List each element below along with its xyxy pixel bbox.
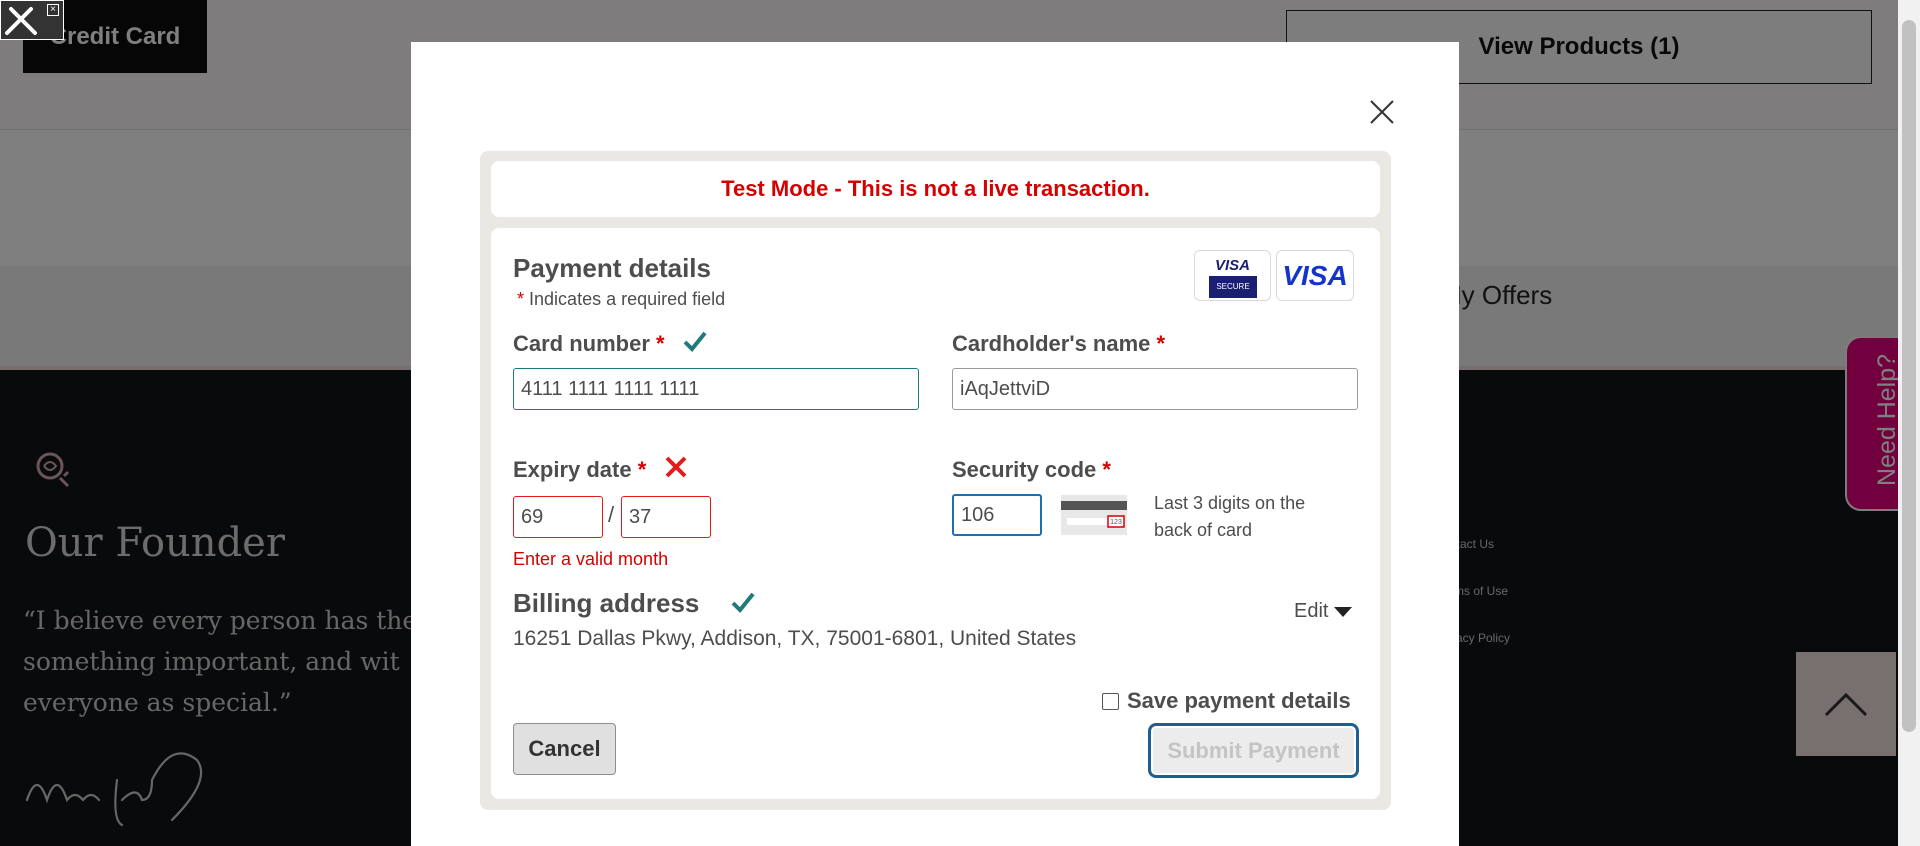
valid-check-icon: [731, 592, 755, 613]
test-mode-text: Test Mode - This is not a live transacti…: [721, 176, 1150, 201]
card-number-input[interactable]: [513, 368, 919, 410]
submit-payment-button[interactable]: Submit Payment: [1148, 723, 1359, 778]
page-scrollbar[interactable]: [1898, 0, 1920, 846]
card-number-label: Card number *: [513, 331, 665, 357]
expiry-date-label: Expiry date *: [513, 457, 646, 483]
visa-logo: VISA: [1276, 250, 1354, 301]
billing-address-title: Billing address: [513, 588, 700, 618]
security-code-label: Security code *: [952, 457, 1111, 483]
expiry-year-input[interactable]: [621, 496, 711, 538]
expiry-month-input[interactable]: [513, 496, 603, 538]
security-code-label-text: Security code: [952, 457, 1097, 482]
save-payment-row[interactable]: Save payment details: [1102, 688, 1351, 714]
cardholder-label: Cardholder's name *: [952, 331, 1165, 357]
scrollbar-thumb[interactable]: [1902, 20, 1916, 732]
test-mode-banner: Test Mode - This is not a live transacti…: [491, 161, 1380, 217]
edit-label: Edit: [1294, 600, 1329, 622]
error-x-icon: [665, 456, 687, 478]
payment-details-title: Payment details: [513, 253, 711, 283]
required-asterisk: *: [637, 457, 647, 482]
expiry-separator: /: [608, 502, 615, 527]
visa-secure-wordmark: VISA: [1214, 257, 1250, 274]
card-number-label-text: Card number: [513, 331, 650, 356]
required-asterisk: *: [517, 289, 525, 309]
expiry-error-message: Enter a valid month: [513, 549, 669, 569]
required-asterisk: *: [1156, 331, 1166, 356]
required-note-text: Indicates a required field: [529, 289, 726, 309]
required-asterisk: *: [656, 331, 665, 356]
cardholder-label-text: Cardholder's name: [952, 331, 1151, 356]
visa-secure-logo: VISA SECURE: [1194, 250, 1271, 301]
tools-icon: [5, 7, 37, 35]
cvv-digits-label: 123: [1110, 519, 1122, 526]
required-field-note: * Indicates a required field: [517, 288, 725, 310]
security-code-help: Last 3 digits on the back of card: [1154, 493, 1306, 540]
caret-down-icon: [1334, 606, 1353, 617]
security-code-input[interactable]: [952, 494, 1042, 536]
cancel-button[interactable]: Cancel: [513, 723, 616, 775]
valid-check-icon: [683, 331, 707, 352]
save-payment-label: Save payment details: [1127, 688, 1351, 713]
badge-close-icon[interactable]: ×: [47, 4, 59, 16]
billing-address-text: 16251 Dallas Pkwy, Addison, TX, 75001-68…: [513, 627, 1077, 650]
cardholder-name-input[interactable]: [952, 368, 1358, 410]
devtools-badge[interactable]: ×: [0, 0, 64, 40]
expiry-label-text: Expiry date: [513, 457, 632, 482]
card-back-cvv-icon: 123: [1061, 495, 1127, 535]
visa-secure-bar: SECURE: [1209, 276, 1257, 298]
required-asterisk: *: [1102, 457, 1111, 482]
save-payment-checkbox[interactable]: [1102, 692, 1119, 710]
edit-billing-button[interactable]: Edit: [1294, 600, 1353, 623]
close-icon[interactable]: [1368, 98, 1396, 126]
